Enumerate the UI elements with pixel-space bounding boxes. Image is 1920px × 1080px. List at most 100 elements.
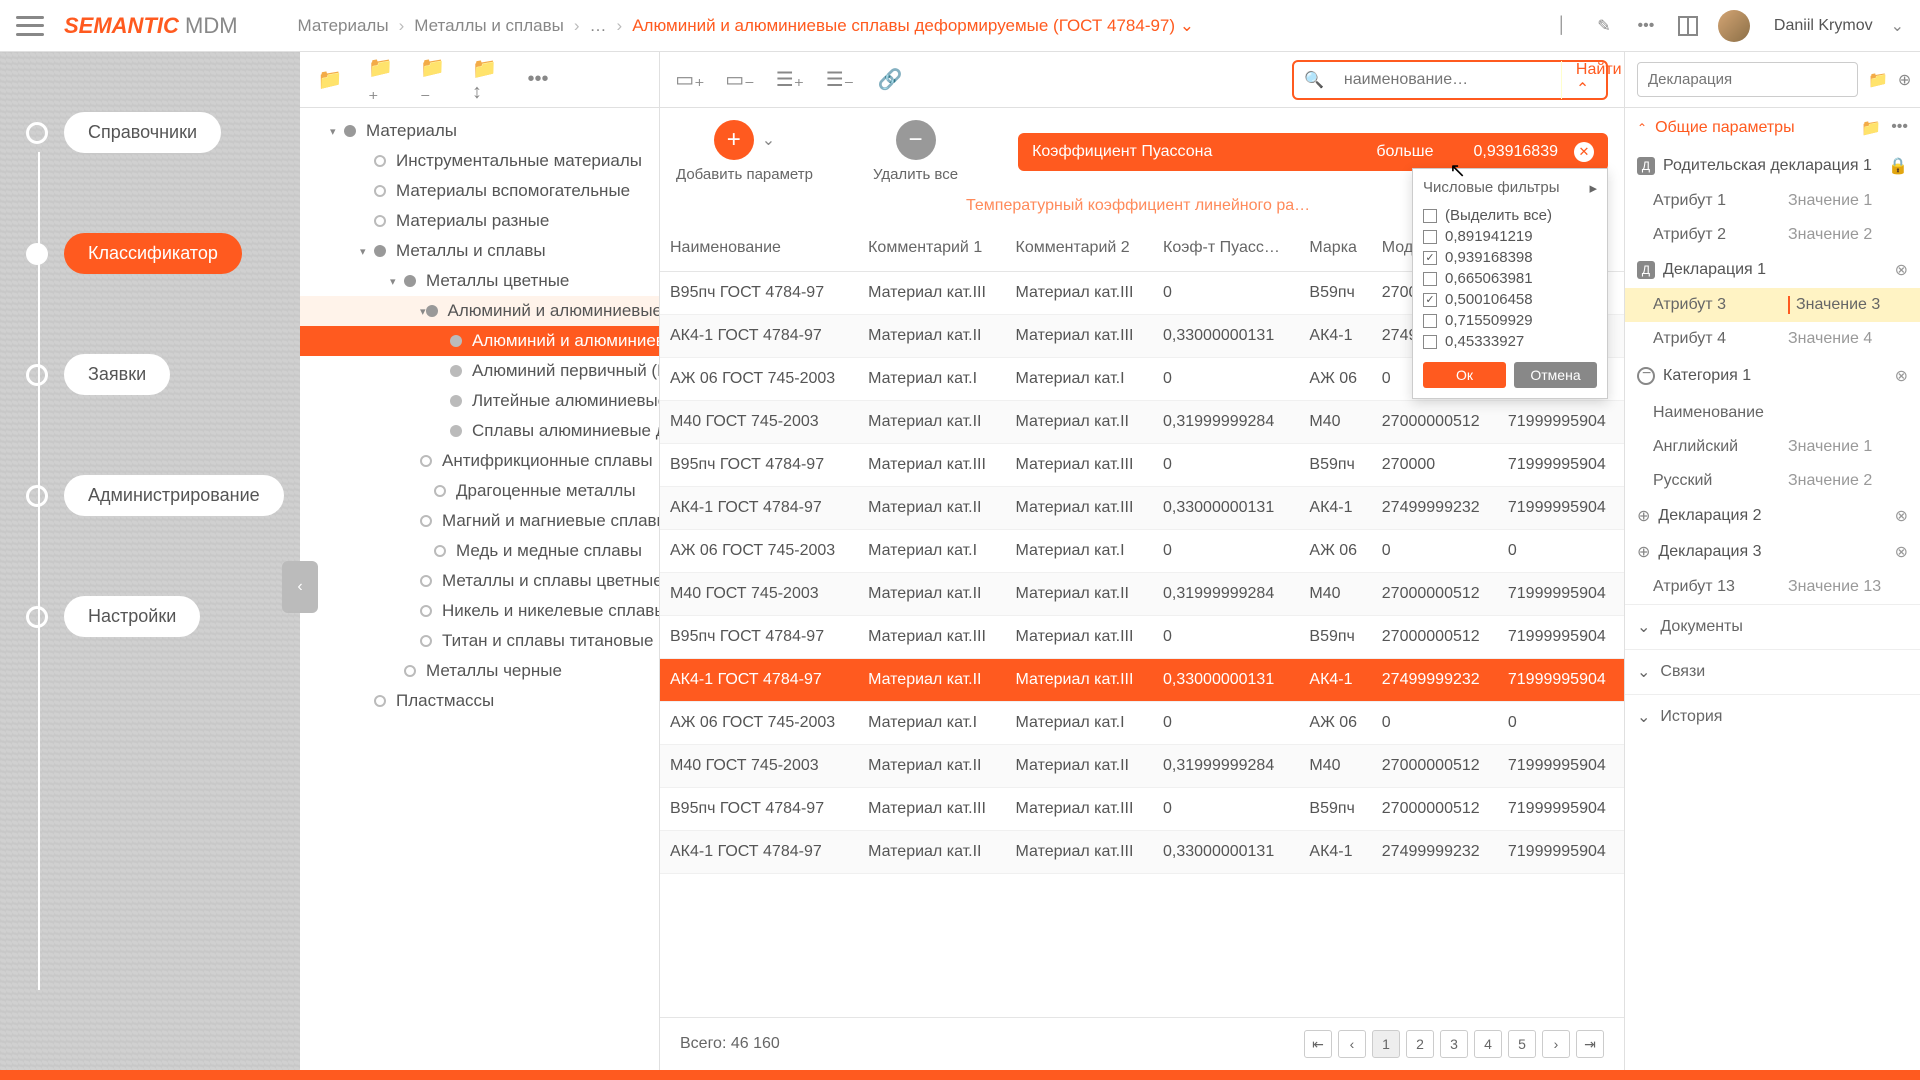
filter-option[interactable]: (Выделить все) [1423, 205, 1597, 226]
table-row[interactable]: АК4-1 ГОСТ 4784-97Материал кат.IIМатериа… [660, 487, 1624, 530]
page-number[interactable]: 5 [1508, 1030, 1536, 1058]
tree-node[interactable]: ▾Металлы и сплавы [300, 236, 659, 266]
folder-sort-icon[interactable]: 📁↕ [472, 66, 500, 94]
delete-all-button[interactable]: − [896, 120, 936, 160]
sidenav-item[interactable]: Классификатор [26, 233, 300, 274]
tree-node[interactable]: Инструментальные материалы [300, 146, 659, 176]
tree-node[interactable]: ▾Алюминий и алюминиевые сп… [300, 296, 659, 326]
section-general[interactable]: ⌃ Общие параметры 📁••• [1625, 108, 1920, 148]
delete-icon[interactable]: ⊗ [1895, 542, 1908, 562]
section-links[interactable]: ⌄Связи [1625, 649, 1920, 694]
column-header[interactable]: Наименование [660, 225, 858, 272]
tree-node[interactable]: Алюминий и алюминиев… [300, 326, 659, 356]
filter-option[interactable]: 0,500106458 [1423, 289, 1597, 310]
search-input[interactable] [1334, 71, 1561, 89]
sidenav-item[interactable]: Администрирование [26, 475, 300, 516]
parent-declaration[interactable]: ДРодительская декларация 1🔒 [1625, 148, 1920, 184]
find-button[interactable]: Найти ⌃ [1561, 61, 1624, 99]
tree-node[interactable]: Никель и никелевые сплавы [300, 596, 659, 626]
page-last[interactable]: ⇥ [1576, 1030, 1604, 1058]
card-add-icon[interactable]: ▭₊ [676, 66, 704, 94]
breadcrumb-item[interactable]: Материалы [298, 16, 389, 36]
filter-option[interactable]: 0,939168398 [1423, 247, 1597, 268]
edit-icon[interactable]: ✎ [1592, 14, 1616, 38]
tree-node[interactable]: Материалы вспомогательные [300, 176, 659, 206]
folder-plus-icon[interactable]: 📁₊ [368, 66, 396, 94]
breadcrumb-current[interactable]: Алюминий и алюминиевые сплавы деформируе… [632, 16, 1194, 36]
tree-node[interactable]: ▾Материалы [300, 116, 659, 146]
declaration-1[interactable]: ДДекларация 1⊗ [1625, 252, 1920, 288]
table-row[interactable]: АЖ 06 ГОСТ 745-2003Материал кат.IМатериа… [660, 530, 1624, 573]
page-number[interactable]: 4 [1474, 1030, 1502, 1058]
section-documents[interactable]: ⌄Документы [1625, 604, 1920, 649]
filter-remove-icon[interactable]: ☰₋ [826, 66, 854, 94]
section-history[interactable]: ⌄История [1625, 694, 1920, 739]
page-prev[interactable]: ‹ [1338, 1030, 1366, 1058]
delete-icon[interactable]: ⊗ [1895, 506, 1908, 526]
tree-node[interactable]: Литейные алюминиевые … [300, 386, 659, 416]
more-icon[interactable]: ••• [524, 66, 552, 94]
sidenav-item[interactable]: Настройки [26, 596, 300, 637]
filter-option[interactable]: 0,45333927 [1423, 331, 1597, 352]
table-row[interactable]: АЖ 06 ГОСТ 745-2003Материал кат.IМатериа… [660, 702, 1624, 745]
layout-icon[interactable] [1676, 14, 1700, 38]
avatar[interactable] [1718, 10, 1750, 42]
tree-node[interactable]: Алюминий первичный (Г… [300, 356, 659, 386]
folder-icon[interactable]: 📁 [1861, 118, 1881, 138]
tree-node[interactable]: Медь и медные сплавы [300, 536, 659, 566]
tree-node[interactable]: Металлы и сплавы цветные ра… [300, 566, 659, 596]
tree-node[interactable]: Антифрикционные сплавы [300, 446, 659, 476]
category-1[interactable]: Категория 1⊗ [1625, 356, 1920, 396]
page-first[interactable]: ⇤ [1304, 1030, 1332, 1058]
sidenav-item[interactable]: Заявки [26, 354, 300, 395]
delete-icon[interactable]: ⊗ [1895, 366, 1908, 386]
tree-node[interactable]: Драгоценные металлы [300, 476, 659, 506]
tree-node[interactable]: Пластмассы [300, 686, 659, 716]
tree-node[interactable]: Сплавы алюминиевые д… [300, 416, 659, 446]
tree-node[interactable]: Материалы разные [300, 206, 659, 236]
breadcrumb-item[interactable]: Металлы и сплавы [414, 16, 564, 36]
table-row[interactable]: М40 ГОСТ 745-2003Материал кат.IIМатериал… [660, 573, 1624, 616]
page-number[interactable]: 2 [1406, 1030, 1434, 1058]
page-next[interactable]: › [1542, 1030, 1570, 1058]
column-header[interactable]: Марка [1299, 225, 1371, 272]
table-row[interactable]: АК4-1 ГОСТ 4784-97Материал кат.IIМатериа… [660, 659, 1624, 702]
table-row[interactable]: М40 ГОСТ 745-2003Материал кат.IIМатериал… [660, 401, 1624, 444]
chevron-down-icon[interactable]: ⌄ [762, 130, 775, 150]
tree-node[interactable]: Металлы черные [300, 656, 659, 686]
page-number[interactable]: 3 [1440, 1030, 1468, 1058]
tree-node[interactable]: Титан и сплавы титановые [300, 626, 659, 656]
filter-add-icon[interactable]: ☰₊ [776, 66, 804, 94]
delete-icon[interactable]: ⊗ [1895, 260, 1908, 280]
declaration-2[interactable]: ⊕Декларация 2⊗ [1625, 498, 1920, 534]
filter-chip[interactable]: Коэффициент Пуассона больше 0,93916839 ✕ [1018, 133, 1608, 171]
filter-option[interactable]: 0,715509929 [1423, 310, 1597, 331]
more-icon[interactable]: ••• [1891, 118, 1908, 138]
more-icon[interactable]: ••• [1634, 14, 1658, 38]
filter-option[interactable]: 0,891941219 [1423, 226, 1597, 247]
table-row[interactable]: В95пч ГОСТ 4784-97Материал кат.IIIМатери… [660, 616, 1624, 659]
column-header[interactable]: Комментарий 1 [858, 225, 1005, 272]
declaration-search[interactable] [1637, 62, 1858, 97]
tree-node[interactable]: ▾Металлы цветные [300, 266, 659, 296]
sidenav-item[interactable]: Справочники [26, 112, 300, 153]
declaration-3[interactable]: ⊕Декларация 3⊗ [1625, 534, 1920, 570]
folder-icon[interactable]: 📁 [1868, 68, 1888, 92]
folder-minus-icon[interactable]: 📁₋ [420, 66, 448, 94]
table-row[interactable]: М40 ГОСТ 745-2003Материал кат.IIМатериал… [660, 745, 1624, 788]
table-row[interactable]: В95пч ГОСТ 4784-97Материал кат.IIIМатери… [660, 444, 1624, 487]
page-number[interactable]: 1 [1372, 1030, 1400, 1058]
tree-node[interactable]: Магний и магниевые сплавы [300, 506, 659, 536]
breadcrumb-item[interactable]: … [590, 16, 607, 36]
username[interactable]: Daniil Krymov [1774, 17, 1873, 35]
filter-option[interactable]: 0,665063981 [1423, 268, 1597, 289]
cancel-button[interactable]: Отмена [1514, 362, 1597, 388]
ok-button[interactable]: Ок [1423, 362, 1506, 388]
add-param-button[interactable]: + [714, 120, 754, 160]
table-row[interactable]: В95пч ГОСТ 4784-97Материал кат.IIIМатери… [660, 788, 1624, 831]
folder-add-icon[interactable]: 📁 [316, 66, 344, 94]
menu-icon[interactable] [16, 16, 44, 36]
plus-icon[interactable]: ⊕ [1898, 68, 1911, 92]
table-row[interactable]: АК4-1 ГОСТ 4784-97Материал кат.IIМатериа… [660, 831, 1624, 874]
column-header[interactable]: Комментарий 2 [1006, 225, 1153, 272]
